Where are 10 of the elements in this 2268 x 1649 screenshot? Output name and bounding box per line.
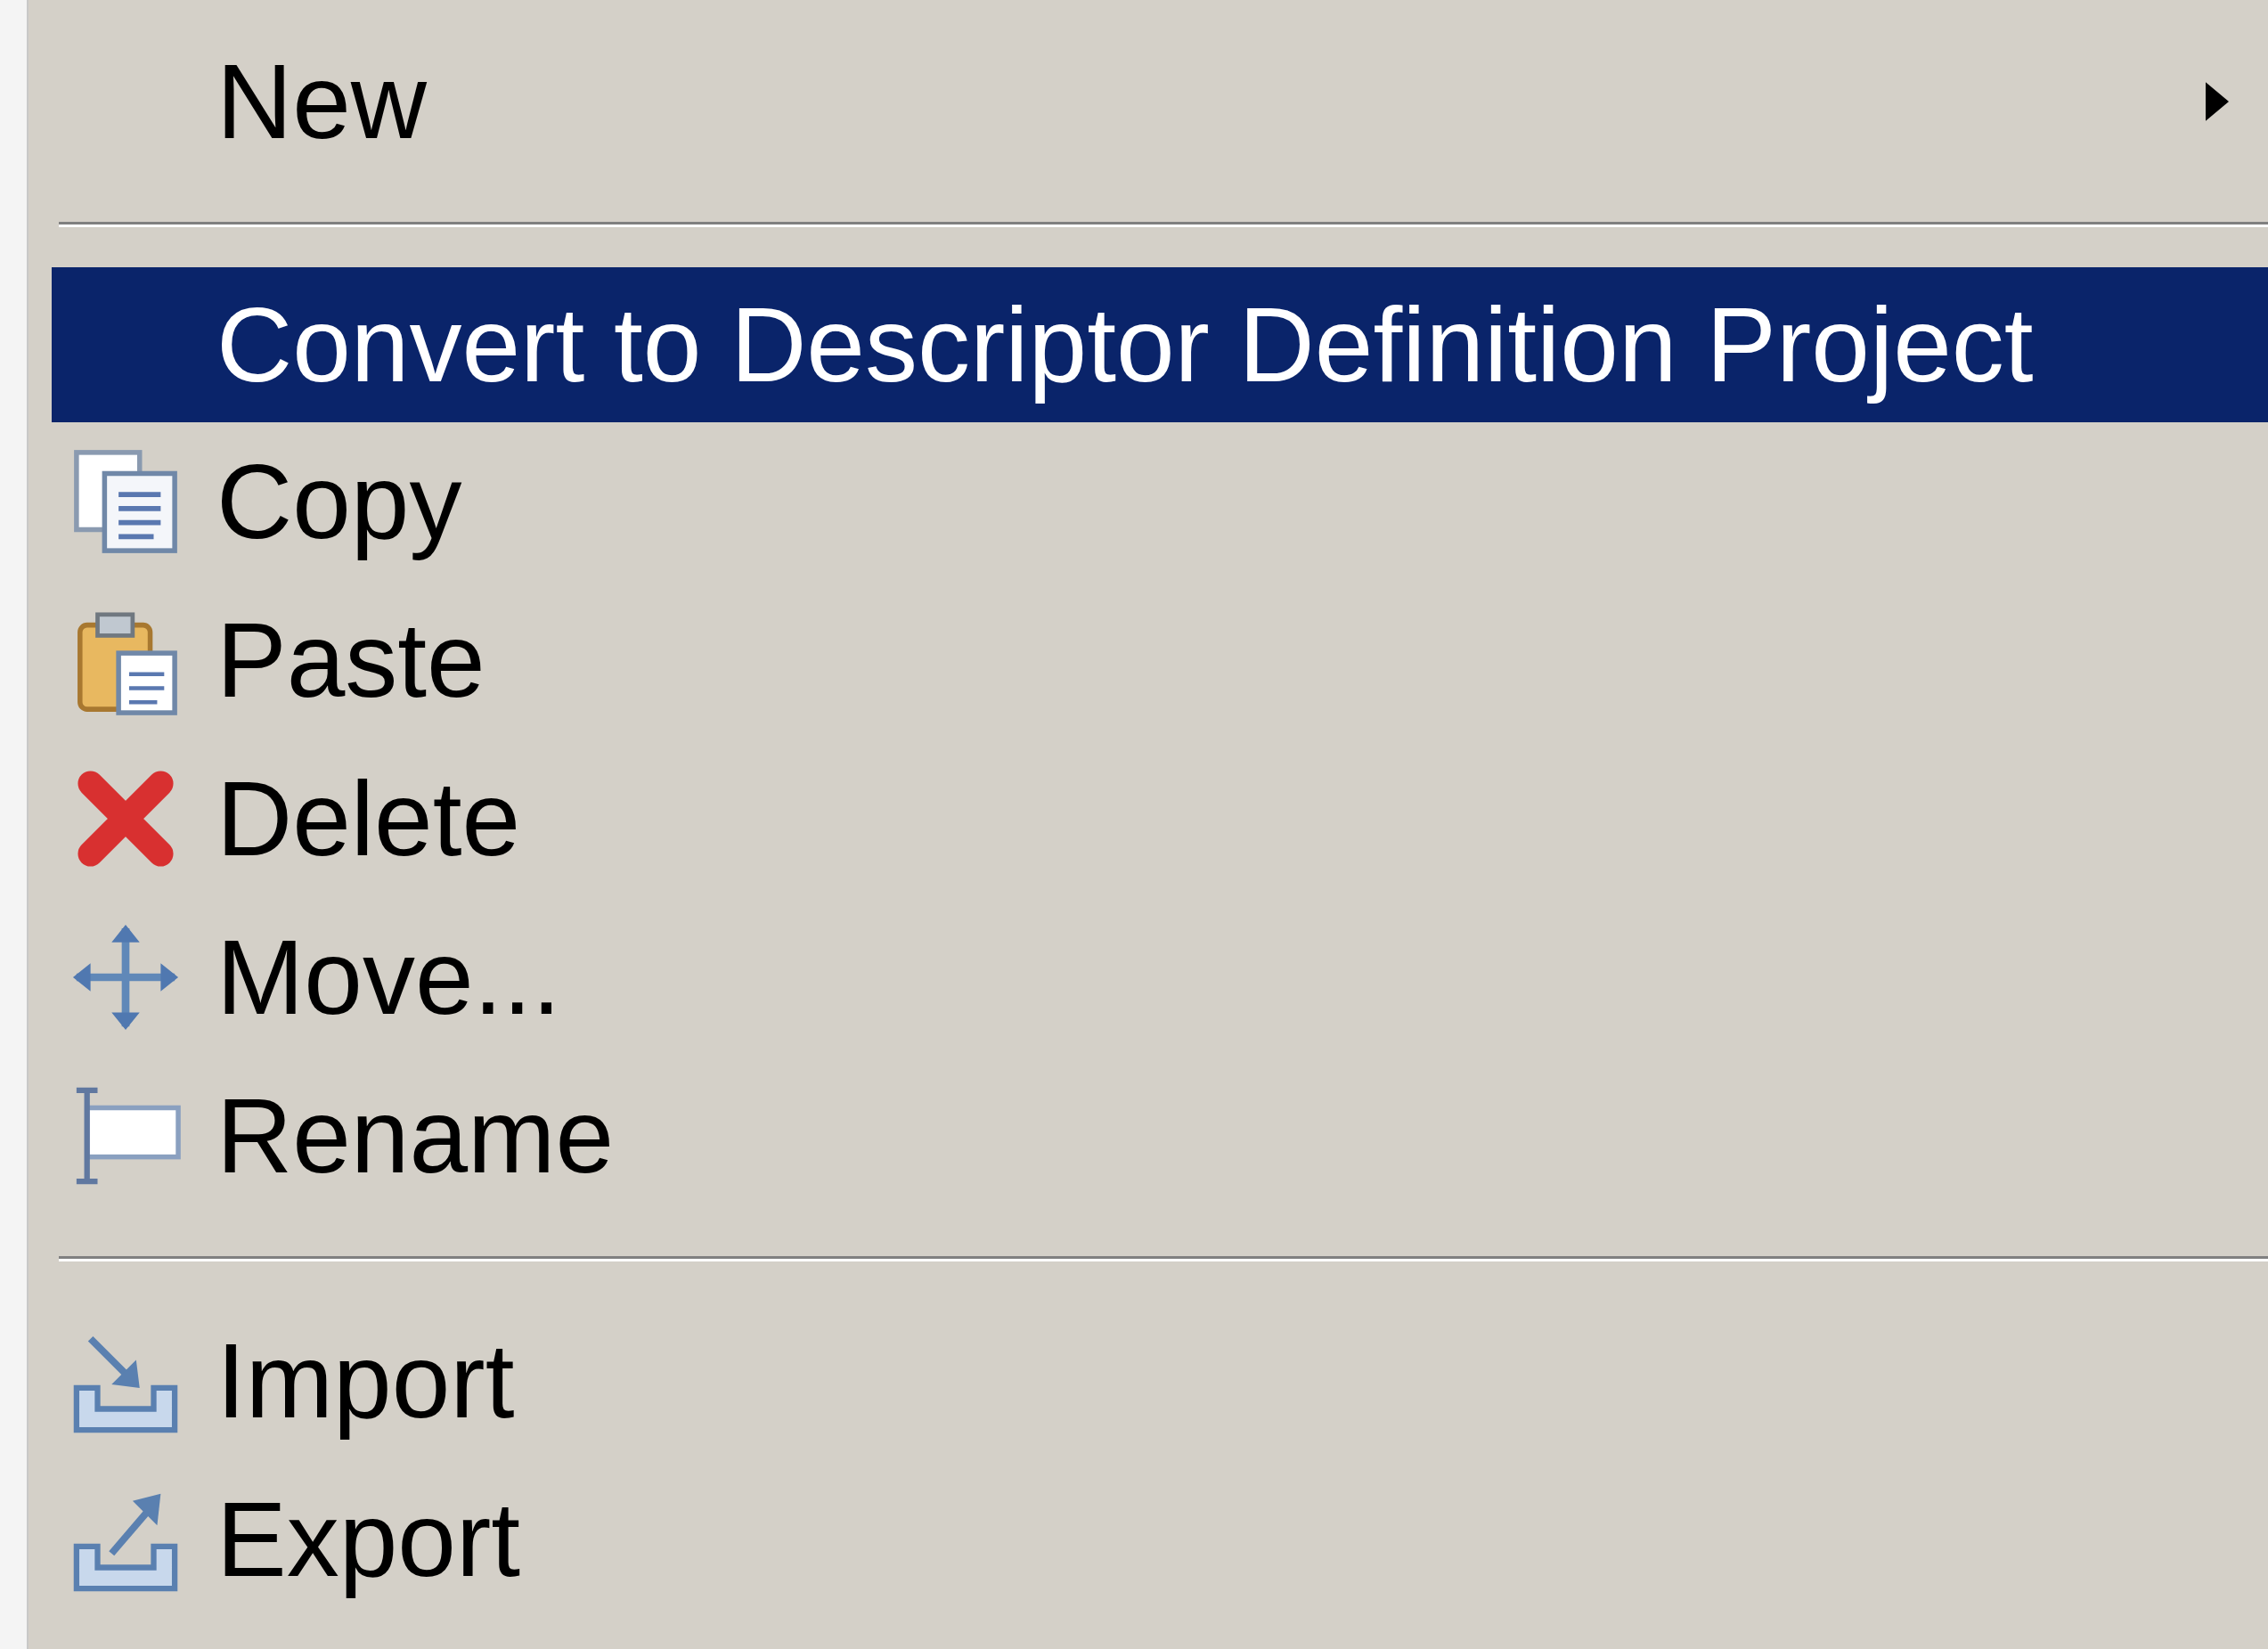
menu-item[interactable]: Rename	[52, 1057, 2268, 1215]
submenu-arrow-icon	[2206, 82, 2229, 121]
menu-item[interactable]: Move...	[52, 898, 2268, 1057]
menu-item[interactable]: Paste	[52, 581, 2268, 739]
menu-item[interactable]: New	[52, 22, 2268, 181]
menu-item[interactable]: Copy	[52, 422, 2268, 581]
menu-item[interactable]: Convert to Descriptor Definition Project	[52, 267, 2268, 422]
menu-item[interactable]: Delete	[52, 739, 2268, 898]
menu-item[interactable]: Import	[52, 1302, 2268, 1460]
menu-item[interactable]: Export	[52, 1460, 2268, 1619]
